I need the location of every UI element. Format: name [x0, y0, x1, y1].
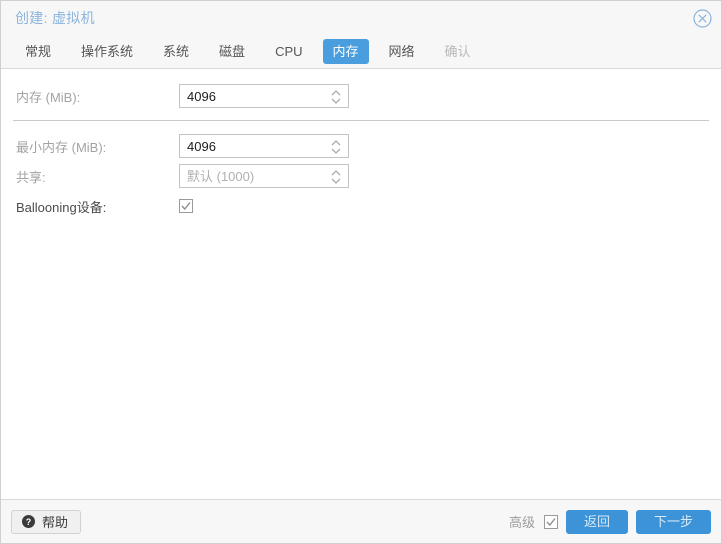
create-vm-dialog: 创建: 虚拟机 常规 操作系统 系统 磁盘 CPU 内存 网络 确认 内存 (M…	[0, 0, 722, 544]
help-button-label: 帮助	[42, 515, 69, 530]
min-memory-label: 最小内存 (MiB):	[16, 139, 107, 155]
memory-input[interactable]	[180, 86, 329, 106]
ballooning-checkbox[interactable]	[179, 199, 193, 213]
footer-actions: 高级 返回 下一步	[508, 509, 711, 534]
dialog-footer: ? 帮助 高级 返回 下一步	[1, 499, 721, 543]
tab-disks[interactable]: 磁盘	[209, 39, 255, 64]
help-button[interactable]: ? 帮助	[11, 509, 82, 534]
dialog-title: 创建: 虚拟机	[15, 10, 95, 26]
ballooning-label: Ballooning设备:	[16, 199, 107, 215]
chevron-updown-icon[interactable]	[329, 167, 343, 187]
close-icon[interactable]	[693, 9, 712, 28]
min-memory-stepper[interactable]	[179, 134, 349, 158]
back-button[interactable]: 返回	[565, 509, 628, 534]
min-memory-row: 最小内存 (MiB):	[11, 131, 711, 161]
svg-text:?: ?	[26, 517, 32, 527]
shares-row: 共享:	[11, 161, 711, 191]
tab-memory[interactable]: 内存	[322, 39, 369, 64]
tab-general[interactable]: 常规	[15, 39, 61, 64]
advanced-label: 高级	[508, 515, 535, 530]
shares-input[interactable]	[180, 166, 329, 186]
tab-network[interactable]: 网络	[379, 39, 425, 64]
tab-system[interactable]: 系统	[153, 39, 199, 64]
section-divider	[13, 120, 709, 121]
memory-settings-panel: 内存 (MiB): 最小内存 (MiB):	[1, 69, 721, 499]
memory-stepper[interactable]	[179, 84, 349, 108]
tab-operating-system[interactable]: 操作系统	[71, 39, 143, 64]
tab-confirm: 确认	[444, 44, 471, 59]
advanced-checkbox[interactable]	[543, 514, 558, 529]
ballooning-row: Ballooning设备:	[11, 191, 711, 221]
tab-cpu[interactable]: CPU	[265, 39, 312, 64]
question-circle-icon: ?	[22, 515, 35, 528]
next-button[interactable]: 下一步	[635, 509, 711, 534]
chevron-updown-icon[interactable]	[329, 87, 343, 107]
shares-stepper[interactable]	[179, 164, 349, 188]
shares-label: 共享:	[16, 169, 46, 185]
min-memory-input[interactable]	[180, 136, 329, 156]
dialog-titlebar: 创建: 虚拟机	[1, 1, 721, 35]
chevron-updown-icon[interactable]	[329, 137, 343, 157]
memory-label: 内存 (MiB):	[16, 89, 81, 105]
memory-row: 内存 (MiB):	[11, 81, 711, 111]
wizard-tabbar: 常规 操作系统 系统 磁盘 CPU 内存 网络 确认	[1, 35, 721, 69]
